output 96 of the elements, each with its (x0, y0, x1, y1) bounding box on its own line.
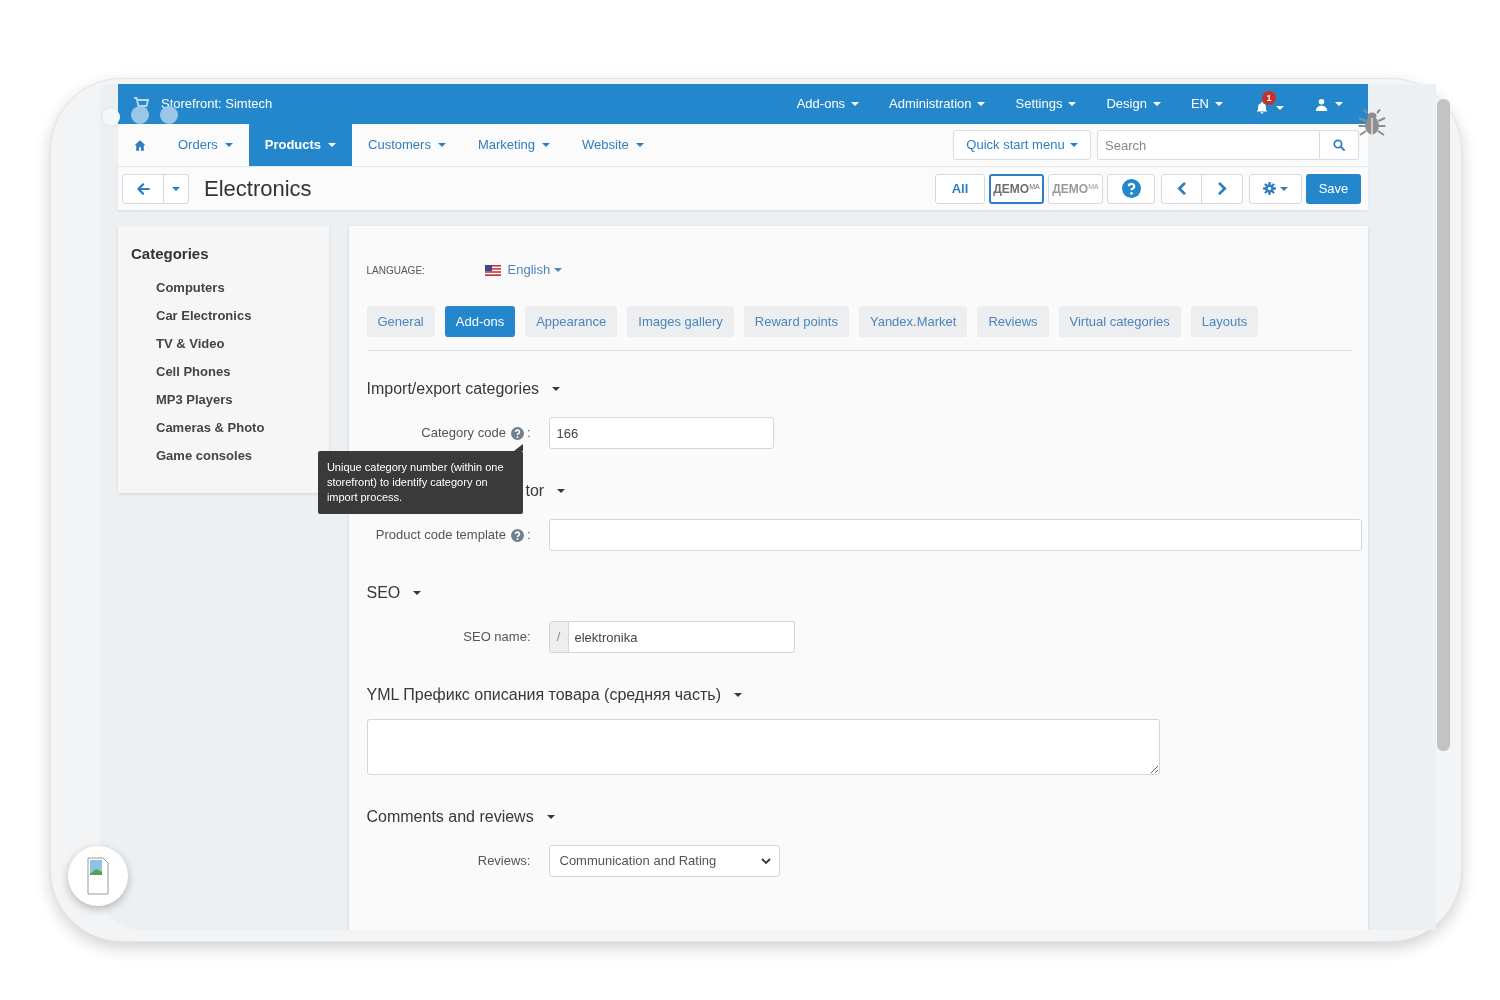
user-menu-button[interactable] (1315, 97, 1343, 111)
caret-icon (1068, 102, 1077, 106)
help-button[interactable] (1107, 173, 1155, 204)
chevron-right-icon (1217, 182, 1227, 195)
language-label: LANGUAGE: (366, 263, 426, 278)
section-heading[interactable]: Import/export categories (366, 377, 561, 401)
search-field[interactable]: Search (1097, 130, 1320, 160)
help-icon (1121, 179, 1141, 198)
back-button[interactable] (122, 173, 164, 204)
caret-icon (734, 693, 742, 697)
text-input[interactable]: elektronika (568, 621, 795, 653)
all-storefronts-button[interactable]: All (935, 173, 985, 204)
user-icon (1315, 97, 1328, 111)
chevron-down-icon (760, 858, 771, 865)
category-link[interactable]: MP3 Players (156, 390, 233, 410)
caret-icon (851, 102, 860, 106)
tab[interactable]: Appearance (525, 306, 618, 337)
tab[interactable]: Add-ons (444, 306, 516, 337)
home-icon (134, 139, 146, 151)
next-button[interactable] (1202, 173, 1243, 204)
tab[interactable]: Yandex.Market (858, 306, 968, 337)
storefront-logo-button[interactable]: ДЕМО$^{МА}$ (1048, 173, 1103, 204)
menu-button[interactable]: EN (1190, 94, 1223, 114)
nav-tab[interactable]: Orders (162, 124, 249, 166)
storefront-logo-button[interactable]: ДЕМО$^{МА}$ (989, 173, 1044, 204)
section-heading[interactable]: SEO (366, 581, 422, 605)
bell-icon (1255, 100, 1269, 115)
menu-button[interactable]: Administration (889, 94, 986, 114)
menu-button[interactable]: Settings (1015, 94, 1077, 114)
label-colon: : (526, 526, 531, 545)
menu-button[interactable]: Design (1106, 94, 1161, 114)
tab[interactable]: Reviews (977, 306, 1049, 337)
notifications-button[interactable]: 1 (1253, 91, 1285, 117)
caret-icon (1276, 105, 1284, 110)
caret-icon (1152, 102, 1161, 106)
caret-icon (413, 591, 422, 595)
tooltip: Unique category number (within one storefront) to identify category on import process. (317, 450, 523, 514)
caret-icon (1280, 186, 1288, 191)
save-button[interactable]: Save (1306, 173, 1361, 204)
caret-icon (1215, 102, 1223, 106)
sidebar-title: Categories (131, 245, 210, 263)
tab[interactable]: Images gallery (627, 306, 734, 337)
caret-icon (635, 143, 644, 147)
tab[interactable]: Layouts (1190, 306, 1259, 337)
nav-tab[interactable]: Website (566, 124, 660, 166)
select-dropdown[interactable]: Communication and Rating (548, 845, 780, 877)
menu-button[interactable]: Add-ons (796, 94, 860, 114)
settings-button[interactable] (1249, 173, 1302, 204)
url-prefix: / (548, 621, 569, 653)
caret-icon (1335, 102, 1343, 106)
page-title: Electronics (204, 175, 312, 203)
section-heading[interactable]: Comments and reviews (366, 805, 555, 829)
tab[interactable]: Virtual categories (1058, 306, 1181, 337)
storefront-link[interactable]: Storefront: Simtech (161, 94, 273, 114)
caret-icon (328, 143, 337, 147)
text-input[interactable] (548, 519, 1362, 551)
field-label: Reviews: (477, 852, 531, 871)
tab[interactable]: Reward points (743, 306, 849, 337)
gear-icon (1263, 182, 1276, 195)
caret-icon (977, 102, 986, 106)
language-dropdown[interactable]: English (484, 260, 563, 280)
section-heading[interactable]: YML Префикс описания товара (средняя часть) (366, 683, 742, 707)
category-link[interactable]: Car Electronics (156, 306, 252, 326)
arrow-left-icon (136, 182, 150, 195)
caret-icon (542, 143, 550, 147)
category-link[interactable]: Computers (156, 278, 225, 298)
search-button[interactable] (1320, 130, 1359, 160)
notification-badge: 1 (1262, 91, 1276, 105)
category-link[interactable]: Cameras & Photo (156, 418, 265, 438)
search-icon (1333, 139, 1345, 151)
text-input[interactable]: 166 (548, 417, 774, 449)
caret-icon (1069, 143, 1078, 147)
category-link[interactable]: TV & Video (156, 334, 225, 354)
field-label: Category code (421, 424, 506, 443)
field-label: Product code template (375, 526, 506, 545)
previous-button[interactable] (1161, 173, 1202, 204)
nav-tab[interactable]: Customers (352, 124, 462, 166)
category-link[interactable]: Game consoles (156, 446, 253, 466)
quick-start-menu-button[interactable]: Quick start menu (953, 130, 1091, 160)
caret-icon (437, 143, 446, 147)
nav-tab[interactable]: Marketing (461, 124, 566, 166)
tooltip-pointer (513, 443, 523, 451)
section-heading[interactable]: tor (525, 479, 566, 503)
chevron-left-icon (1177, 182, 1186, 195)
caret-icon (172, 186, 180, 191)
caret-icon (552, 387, 561, 391)
tab[interactable]: General (366, 306, 435, 337)
label-colon: : (526, 424, 531, 443)
field-label: SEO name: (463, 628, 531, 647)
caret-icon (557, 489, 566, 493)
caret-icon (554, 268, 563, 272)
nav-tab[interactable]: Products (248, 124, 353, 166)
category-link[interactable]: Cell Phones (156, 362, 231, 382)
flag-icon (484, 264, 501, 276)
caret-icon (546, 815, 555, 819)
caret-icon (224, 143, 233, 147)
